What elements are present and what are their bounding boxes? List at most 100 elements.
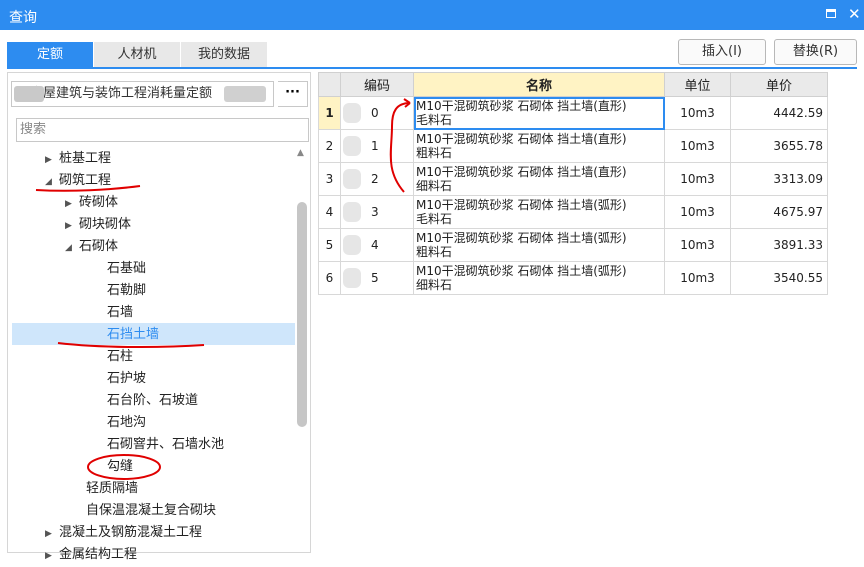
expand-arrow-icon[interactable]: ▶	[65, 193, 79, 215]
tree-item[interactable]: ▶ 砖砌体	[65, 192, 118, 214]
unit-cell[interactable]: 10m3	[664, 261, 731, 295]
name-cell[interactable]: M10干混砌筑砂浆 石砌体 挡土墙(弧形) 毛料石	[413, 195, 665, 229]
code-text: 0	[371, 106, 379, 120]
tree-item[interactable]: 石柱	[107, 346, 133, 368]
tree-item-label: 砖砌体	[79, 195, 119, 210]
table-row[interactable]: 1 0 M10干混砌筑砂浆 石砌体 挡土墙(直形) 毛料石 10m3 4442.59	[318, 96, 828, 130]
scroll-up-icon[interactable]: ▲	[297, 148, 304, 158]
tree-item[interactable]: 勾缝	[107, 456, 133, 478]
code-text: 4	[371, 238, 379, 252]
table-row[interactable]: 6 5 M10干混砌筑砂浆 石砌体 挡土墙(弧形) 细料石 10m3 3540.55	[318, 261, 828, 295]
tree-item[interactable]: 石挡土墙	[107, 324, 159, 346]
code-cell[interactable]: 4	[340, 228, 414, 262]
table-row[interactable]: 2 1 M10干混砌筑砂浆 石砌体 挡土墙(直形) 粗料石 10m3 3655.78	[318, 129, 828, 163]
table-row[interactable]: 3 2 M10干混砌筑砂浆 石砌体 挡土墙(直形) 细料石 10m3 3313.09	[318, 162, 828, 196]
name-cell[interactable]: M10干混砌筑砂浆 石砌体 挡土墙(弧形) 细料石	[413, 261, 665, 295]
name-cell[interactable]: M10干混砌筑砂浆 石砌体 挡土墙(弧形) 粗料石	[413, 228, 665, 262]
tree-item-label: 桩基工程	[59, 151, 112, 166]
expand-arrow-icon[interactable]: ▶	[45, 149, 59, 171]
name-line: 细料石	[416, 179, 453, 193]
row-index: 4	[318, 195, 341, 229]
name-line: M10干混砌筑砂浆 石砌体 挡土墙(弧形)	[416, 198, 627, 212]
title-bar: 查询 ✕	[0, 0, 864, 30]
tree-item[interactable]: 石砌窨井、石墙水池	[107, 434, 224, 456]
name-cell[interactable]: M10干混砌筑砂浆 石砌体 挡土墙(直形) 粗料石	[413, 129, 665, 163]
tree-item[interactable]: 石台阶、石坡道	[107, 390, 198, 412]
close-icon[interactable]: ✕	[848, 5, 861, 23]
name-line: M10干混砌筑砂浆 石砌体 挡土墙(弧形)	[416, 264, 627, 278]
collapse-arrow-icon[interactable]: ◢	[45, 171, 59, 193]
price-cell[interactable]: 3891.33	[730, 228, 828, 262]
name-line: M10干混砌筑砂浆 石砌体 挡土墙(直形)	[416, 132, 627, 146]
tree-item[interactable]: ▶ 混凝土及钢筋混凝土工程	[45, 522, 202, 544]
unit-cell[interactable]: 10m3	[664, 195, 731, 229]
unit-cell[interactable]: 10m3	[664, 96, 731, 130]
expand-arrow-icon[interactable]: ▶	[45, 523, 59, 545]
tree-item[interactable]: 自保温混凝土复合砌块	[86, 500, 216, 522]
price-cell[interactable]: 4675.97	[730, 195, 828, 229]
tab-underline	[7, 67, 857, 69]
name-cell[interactable]: M10干混砌筑砂浆 石砌体 挡土墙(直形) 毛料石	[413, 96, 665, 130]
replace-button[interactable]: 替换(R)	[774, 39, 857, 65]
tree-item-label: 石砌窨井、石墙水池	[107, 437, 225, 452]
tree-item[interactable]: 石地沟	[107, 412, 146, 434]
tree-item[interactable]: ▶ 桩基工程	[45, 148, 111, 170]
name-line: 毛料石	[416, 212, 453, 226]
table-row[interactable]: 5 4 M10干混砌筑砂浆 石砌体 挡土墙(弧形) 粗料石 10m3 3891.33	[318, 228, 828, 262]
redacted-area	[224, 86, 266, 102]
price-cell[interactable]: 4442.59	[730, 96, 828, 130]
tree-item-label: 石柱	[107, 349, 134, 364]
code-header[interactable]: 编码	[340, 72, 414, 97]
unit-cell[interactable]: 10m3	[664, 228, 731, 262]
code-cell[interactable]: 5	[340, 261, 414, 295]
tree-item[interactable]: ▶ 金属结构工程	[45, 544, 137, 566]
tab-labor-material-machine[interactable]: 人材机	[94, 42, 180, 68]
maximize-icon[interactable]	[826, 9, 836, 18]
table-header: 编码 名称 单位 单价	[318, 72, 828, 97]
tree-item[interactable]: ▶ 砌块砌体	[65, 214, 131, 236]
collapse-arrow-icon[interactable]: ◢	[65, 237, 79, 259]
price-cell[interactable]: 3540.55	[730, 261, 828, 295]
tree-item-label: 勾缝	[107, 459, 134, 474]
tree-item-label: 石砌体	[79, 239, 119, 254]
code-cell[interactable]: 0	[340, 96, 414, 130]
row-index: 2	[318, 129, 341, 163]
price-header[interactable]: 单价	[730, 72, 828, 97]
unit-cell[interactable]: 10m3	[664, 129, 731, 163]
table-row[interactable]: 4 3 M10干混砌筑砂浆 石砌体 挡土墙(弧形) 毛料石 10m3 4675.97	[318, 195, 828, 229]
library-more-button[interactable]: ···	[278, 81, 308, 107]
name-cell[interactable]: M10干混砌筑砂浆 石砌体 挡土墙(直形) 细料石	[413, 162, 665, 196]
tree-item[interactable]: ◢ 石砌体	[65, 236, 118, 258]
tree-item[interactable]: 石护坡	[107, 368, 146, 390]
window-title: 查询	[9, 10, 37, 26]
tab-my-data[interactable]: 我的数据	[181, 42, 267, 68]
unit-header[interactable]: 单位	[664, 72, 731, 97]
tree-item[interactable]: 石勒脚	[107, 280, 146, 302]
tree-item[interactable]: 石墙	[107, 302, 133, 324]
tree-item[interactable]: 石基础	[107, 258, 146, 280]
expand-arrow-icon[interactable]: ▶	[65, 215, 79, 237]
name-line: M10干混砌筑砂浆 石砌体 挡土墙(直形)	[416, 165, 627, 179]
quota-table: 编码 名称 单位 单价 1 0 M10干混砌筑砂浆 石砌体 挡土墙(直形) 毛料石 10…	[318, 72, 828, 295]
scrollbar-thumb[interactable]	[297, 202, 307, 427]
search-input[interactable]: 搜索	[16, 118, 309, 142]
code-cell[interactable]: 2	[340, 162, 414, 196]
code-cell[interactable]: 3	[340, 195, 414, 229]
insert-button[interactable]: 插入(I)	[678, 39, 766, 65]
name-header[interactable]: 名称	[413, 72, 665, 97]
price-cell[interactable]: 3313.09	[730, 162, 828, 196]
tree-item-label: 石勒脚	[107, 283, 147, 298]
code-cell[interactable]: 1	[340, 129, 414, 163]
redacted-area	[343, 136, 361, 156]
tree-item-label: 砌筑工程	[59, 173, 112, 188]
code-text: 5	[371, 271, 379, 285]
tree-item-label: 轻质隔墙	[86, 481, 139, 496]
tree-item[interactable]: ◢ 砌筑工程	[45, 170, 111, 192]
tree-item[interactable]: 轻质隔墙	[86, 478, 138, 500]
unit-cell[interactable]: 10m3	[664, 162, 731, 196]
price-cell[interactable]: 3655.78	[730, 129, 828, 163]
tree-item-label: 石挡土墙	[107, 327, 160, 342]
expand-arrow-icon[interactable]: ▶	[45, 545, 59, 567]
tree-item-label: 混凝土及钢筋混凝土工程	[59, 525, 203, 540]
tab-quota[interactable]: 定额	[7, 42, 93, 68]
